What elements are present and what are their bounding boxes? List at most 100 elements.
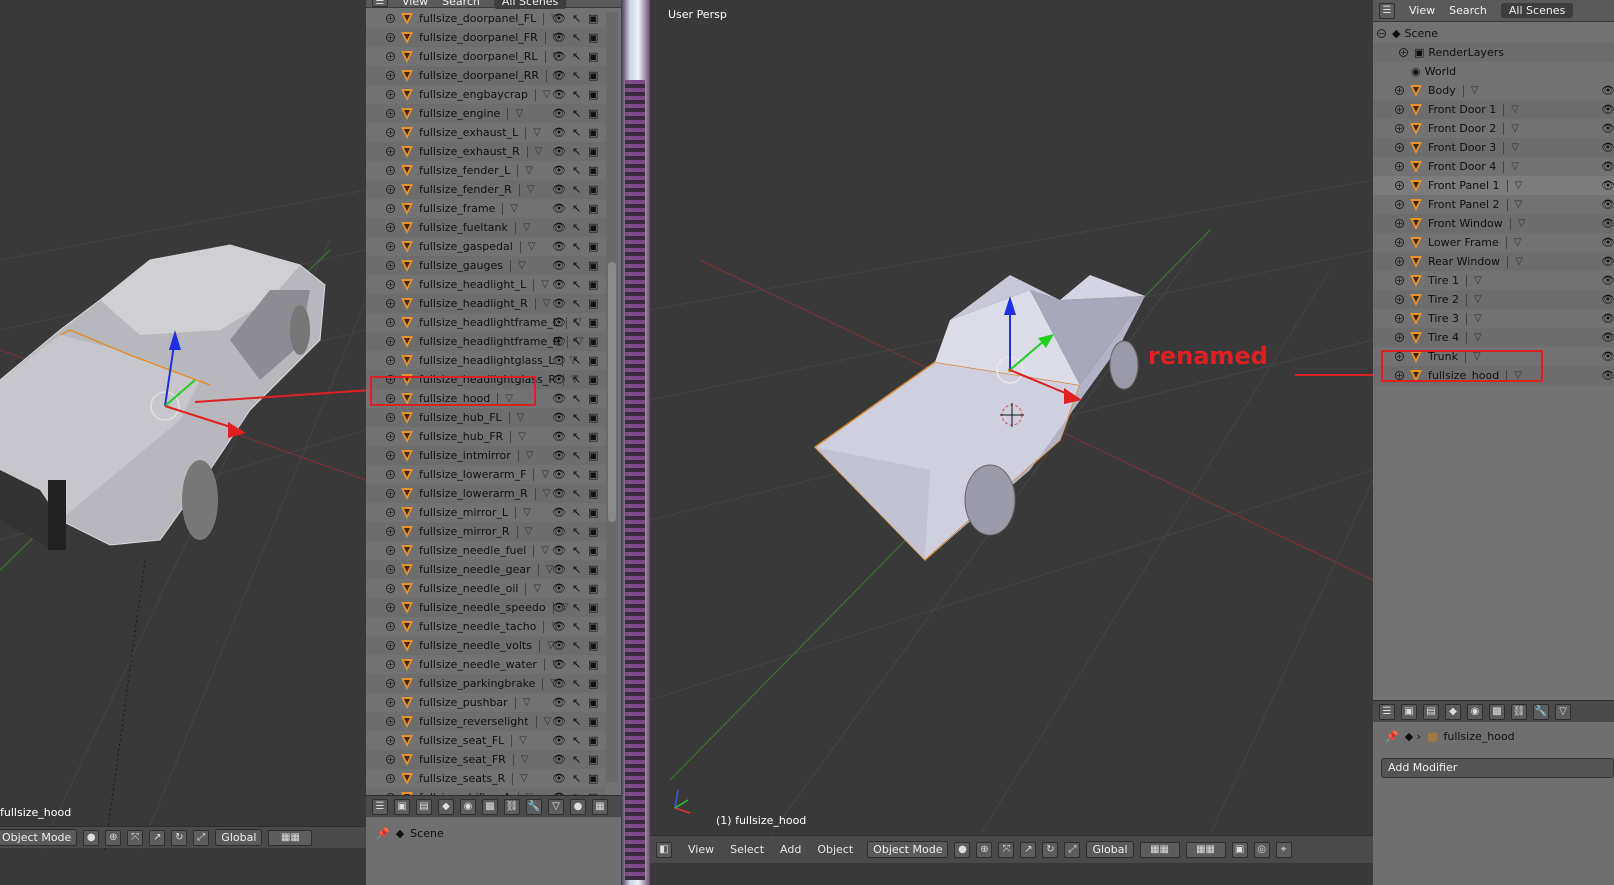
expand-icon[interactable]: + xyxy=(386,33,395,42)
right-outliner-item[interactable]: + Front Door 2 ▽ 👁 xyxy=(1373,119,1614,138)
expand-icon[interactable]: + xyxy=(1395,219,1404,228)
collapse-icon[interactable]: − xyxy=(1377,29,1386,38)
render-camera-icon[interactable]: ▣ xyxy=(588,88,598,101)
outliner-item[interactable]: + fullsize_engine ▽ 👁 ↖ ▣ xyxy=(366,104,606,123)
render-camera-icon[interactable]: ▣ xyxy=(588,620,598,633)
expand-icon[interactable]: + xyxy=(1395,105,1404,114)
selectable-cursor-icon[interactable]: ↖ xyxy=(572,107,581,120)
expand-icon[interactable]: + xyxy=(386,489,395,498)
expand-icon[interactable]: + xyxy=(386,622,395,631)
render-camera-icon[interactable]: ▣ xyxy=(588,259,598,272)
render-camera-icon[interactable]: ▣ xyxy=(588,734,598,747)
render-camera-icon[interactable]: ▣ xyxy=(588,487,598,500)
material-tab-icon[interactable]: ● xyxy=(570,798,586,815)
expand-icon[interactable]: + xyxy=(1395,314,1404,323)
selectable-cursor-icon[interactable]: ↖ xyxy=(572,88,581,101)
outliner-item[interactable]: + fullsize_reverselight ▽ 👁 ↖ ▣ xyxy=(366,712,606,731)
outliner-item[interactable]: + fullsize_headlight_L ▽ 👁 ↖ ▣ xyxy=(366,275,606,294)
selectable-cursor-icon[interactable]: ↖ xyxy=(572,164,581,177)
selectable-cursor-icon[interactable]: ↖ xyxy=(572,259,581,272)
object-menu[interactable]: Object xyxy=(817,843,853,856)
render-camera-icon[interactable]: ▣ xyxy=(588,715,598,728)
visibility-eye-icon[interactable]: 👁 xyxy=(552,658,566,671)
render-camera-icon[interactable]: ▣ xyxy=(588,373,598,386)
outliner-item[interactable]: + fullsize_headlightglass_L ▽ 👁 ↖ ▣ xyxy=(366,351,606,370)
selectable-cursor-icon[interactable]: ↖ xyxy=(572,221,581,234)
selectable-cursor-icon[interactable]: ↖ xyxy=(572,639,581,652)
editor-type-icon[interactable]: ☰ xyxy=(372,0,388,7)
visibility-eye-icon[interactable]: 👁 xyxy=(552,430,566,443)
selectable-cursor-icon[interactable]: ↖ xyxy=(572,240,581,253)
render-camera-icon[interactable]: ▣ xyxy=(588,335,598,348)
selectable-cursor-icon[interactable]: ↖ xyxy=(572,354,581,367)
blocky-car-model[interactable] xyxy=(813,275,1145,562)
world-tab-icon[interactable]: ◉ xyxy=(1467,703,1483,720)
outliner-item[interactable]: + fullsize_lowerarm_R ▽ 👁 ↖ ▣ xyxy=(366,484,606,503)
data-tab-icon[interactable]: ▽ xyxy=(548,798,564,815)
selectable-cursor-icon[interactable]: ↖ xyxy=(572,145,581,158)
selectable-cursor-icon[interactable]: ↖ xyxy=(572,715,581,728)
outliner-item[interactable]: + fullsize_needle_water ▽ 👁 ↖ ▣ xyxy=(366,655,606,674)
visibility-eye-icon[interactable]: 👁 xyxy=(1601,293,1614,306)
selectable-cursor-icon[interactable]: ↖ xyxy=(572,31,581,44)
expand-icon[interactable]: + xyxy=(1395,162,1404,171)
visibility-eye-icon[interactable]: 👁 xyxy=(552,506,566,519)
expand-icon[interactable]: + xyxy=(1395,257,1404,266)
selectable-cursor-icon[interactable]: ↖ xyxy=(572,411,581,424)
view-menu[interactable]: View xyxy=(688,843,714,856)
render-camera-icon[interactable]: ▣ xyxy=(588,392,598,405)
selectable-cursor-icon[interactable]: ↖ xyxy=(572,677,581,690)
selectable-cursor-icon[interactable]: ↖ xyxy=(572,544,581,557)
selectable-cursor-icon[interactable]: ↖ xyxy=(572,373,581,386)
expand-icon[interactable]: + xyxy=(386,261,395,270)
render-camera-icon[interactable]: ▣ xyxy=(588,145,598,158)
visibility-eye-icon[interactable]: 👁 xyxy=(552,354,566,367)
police-car-model[interactable] xyxy=(0,244,326,550)
constraints-tab-icon[interactable]: ⛓ xyxy=(1511,703,1527,720)
visibility-eye-icon[interactable]: 👁 xyxy=(1601,84,1614,97)
visibility-eye-icon[interactable]: 👁 xyxy=(1601,312,1614,325)
visibility-eye-icon[interactable]: 👁 xyxy=(552,202,566,215)
expand-icon[interactable]: + xyxy=(386,166,395,175)
visibility-eye-icon[interactable]: 👁 xyxy=(1601,179,1614,192)
right-outliner-item[interactable]: + Rear Window ▽ 👁 xyxy=(1373,252,1614,271)
center-mode-selector[interactable]: Object Mode xyxy=(867,841,949,858)
pin-icon[interactable]: 📌 xyxy=(1385,730,1399,743)
outliner-item[interactable]: + fullsize_needle_tacho ▽ 👁 ↖ ▣ xyxy=(366,617,606,636)
selectable-cursor-icon[interactable]: ↖ xyxy=(572,525,581,538)
visibility-eye-icon[interactable]: 👁 xyxy=(552,392,566,405)
visibility-eye-icon[interactable]: 👁 xyxy=(552,449,566,462)
selectable-cursor-icon[interactable]: ↖ xyxy=(572,449,581,462)
visibility-eye-icon[interactable]: 👁 xyxy=(552,715,566,728)
center-3d-viewport[interactable]: User Persp renamed (1) fullsize_hood ◧ V… xyxy=(650,0,1373,885)
visibility-eye-icon[interactable]: 👁 xyxy=(552,88,566,101)
right-outliner-item[interactable]: + Front Door 3 ▽ 👁 xyxy=(1373,138,1614,157)
expand-icon[interactable]: + xyxy=(386,698,395,707)
outliner-item[interactable]: + fullsize_needle_fuel ▽ 👁 ↖ ▣ xyxy=(366,541,606,560)
render-camera-icon[interactable]: ▣ xyxy=(588,107,598,120)
outliner-item[interactable]: + fullsize_parkingbrake ▽ 👁 ↖ ▣ xyxy=(366,674,606,693)
outliner-item[interactable]: + fullsize_frame ▽ 👁 ↖ ▣ xyxy=(366,199,606,218)
left-orientation-selector[interactable]: Global xyxy=(215,829,263,846)
visibility-eye-icon[interactable]: 👁 xyxy=(552,278,566,291)
add-modifier-dropdown[interactable]: Add Modifier xyxy=(1381,758,1614,778)
visibility-eye-icon[interactable]: 👁 xyxy=(1601,274,1614,287)
middle-search-menu[interactable]: Search xyxy=(442,0,480,8)
selectable-cursor-icon[interactable]: ↖ xyxy=(572,297,581,310)
right-outliner-item[interactable]: + Front Door 4 ▽ 👁 xyxy=(1373,157,1614,176)
visibility-eye-icon[interactable]: 👁 xyxy=(552,240,566,253)
visibility-eye-icon[interactable]: 👁 xyxy=(552,468,566,481)
expand-icon[interactable]: + xyxy=(386,14,395,23)
render-camera-icon[interactable]: ▣ xyxy=(588,202,598,215)
expand-icon[interactable]: + xyxy=(386,603,395,612)
visibility-eye-icon[interactable]: 👁 xyxy=(1601,141,1614,154)
expand-icon[interactable]: + xyxy=(386,223,395,232)
render-camera-icon[interactable]: ▣ xyxy=(588,563,598,576)
layers-tab-icon[interactable]: ▤ xyxy=(416,798,432,815)
outliner-item[interactable]: + fullsize_headlightframe_R ▽ 👁 ↖ ▣ xyxy=(366,332,606,351)
outliner-item[interactable]: + fullsize_doorpanel_RR ▽ 👁 ↖ ▣ xyxy=(366,66,606,85)
render-tab-icon[interactable]: ▣ xyxy=(394,798,410,815)
snap-icon[interactable]: ⌖ xyxy=(1275,841,1292,858)
modifiers-tab-icon[interactable]: 🔧 xyxy=(1533,703,1549,720)
expand-icon[interactable]: + xyxy=(386,584,395,593)
